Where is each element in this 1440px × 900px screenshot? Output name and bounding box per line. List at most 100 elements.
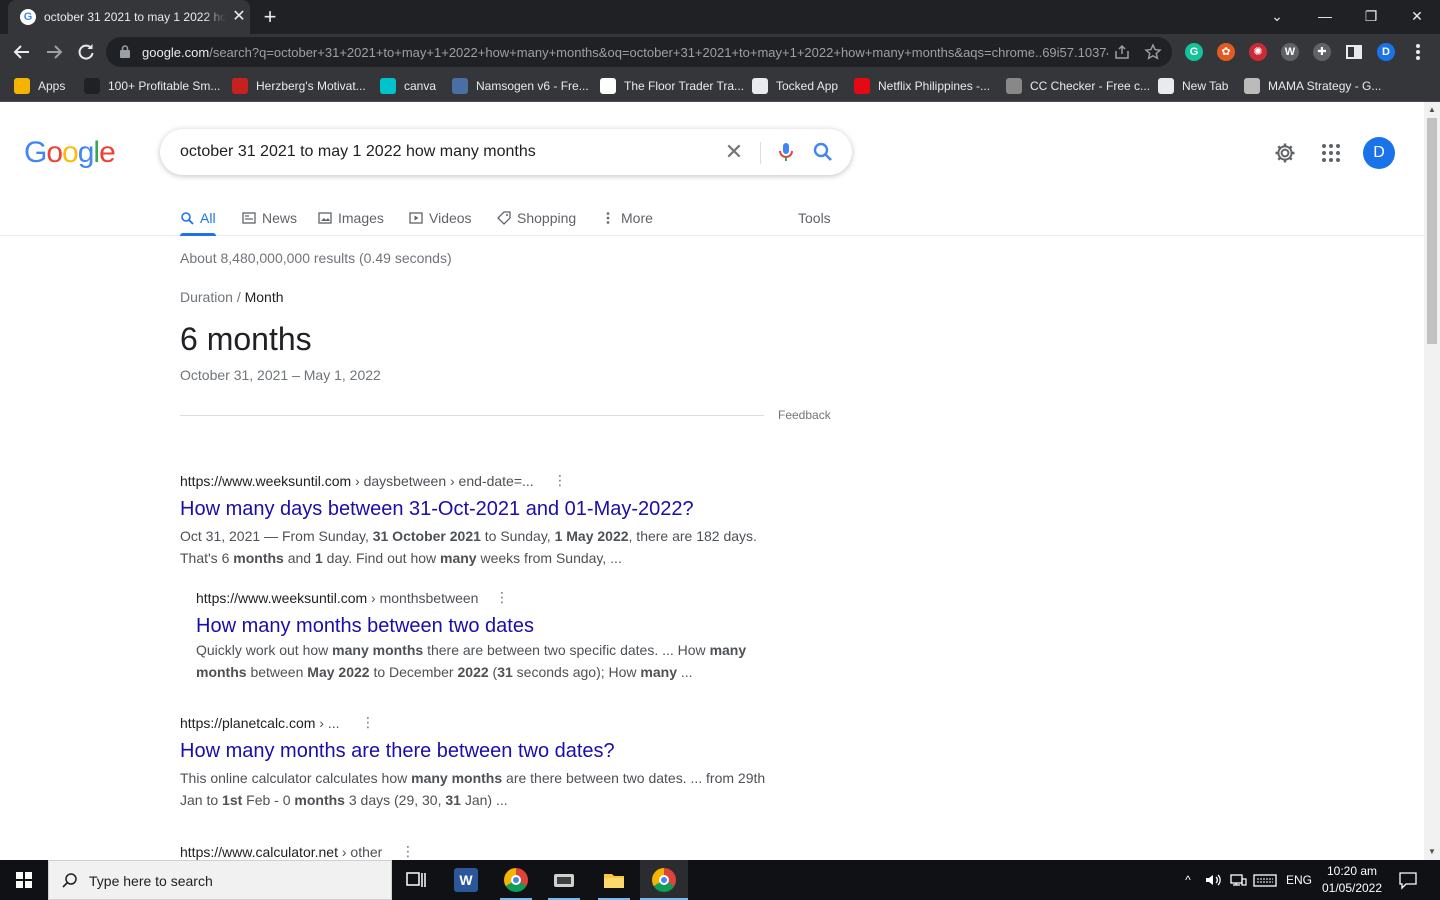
tray-overflow-chevron-icon[interactable]: ^: [1180, 870, 1196, 890]
language-indicator[interactable]: ENG: [1284, 870, 1314, 890]
scroll-up-arrow-icon[interactable]: ▲: [1428, 106, 1436, 114]
breadcrumb-parent[interactable]: Duration: [180, 289, 233, 305]
search-icon[interactable]: [811, 140, 835, 164]
url-text[interactable]: google.com/search?q=october+31+2021+to+m…: [142, 45, 1108, 61]
honey-icon[interactable]: ✿: [1217, 43, 1235, 61]
keyboard-icon[interactable]: [1253, 870, 1277, 890]
bookmark-item[interactable]: CC Checker - Free c...: [1006, 76, 1150, 96]
address-bar[interactable]: google.com/search?q=october+31+2021+to+m…: [106, 37, 1172, 67]
taskbar-app-chrome-profile[interactable]: [640, 860, 688, 900]
google-logo[interactable]: Google: [24, 136, 116, 170]
result-2-url[interactable]: https://www.weeksuntil.com › monthsbetwe…: [196, 590, 478, 606]
puzzle-icon[interactable]: ✚: [1313, 43, 1331, 61]
bookmark-label: Apps: [38, 79, 66, 93]
result-1-title[interactable]: How many days between 31-Oct-2021 and 01…: [180, 498, 694, 521]
video-icon: [409, 212, 423, 224]
result-2-more-icon[interactable]: ⋮: [495, 590, 509, 604]
restore-button[interactable]: ❐: [1348, 0, 1394, 32]
taskbar-search-icon: [62, 873, 77, 888]
new-tab-button[interactable]: +: [258, 6, 282, 28]
windows-start-icon[interactable]: [0, 860, 48, 900]
bookmark-item[interactable]: The Floor Trader Tra...: [600, 76, 744, 96]
result-4-more-icon[interactable]: ⋮: [401, 844, 415, 858]
tab-close-icon[interactable]: ✕: [230, 8, 248, 26]
notification-center-icon[interactable]: [1396, 870, 1420, 890]
lastpass-icon[interactable]: ✺: [1249, 43, 1267, 61]
taskbar-app-screenshot-tool[interactable]: [540, 860, 588, 900]
scrollbar-thumb[interactable]: [1427, 118, 1437, 344]
search-box[interactable]: october 31 2021 to may 1 2022 how many m…: [160, 129, 852, 175]
tab-search-chevron-icon[interactable]: ⌄: [1254, 0, 1300, 32]
taskbar-clock[interactable]: 10:20 am 01/05/2022: [1316, 863, 1388, 897]
logo-letter: o: [46, 136, 63, 169]
account-avatar[interactable]: D: [1363, 137, 1395, 169]
bookmark-item[interactable]: MAMA Strategy - G...: [1244, 76, 1381, 96]
tab-images[interactable]: Images: [318, 204, 384, 232]
result-1-more-icon[interactable]: ⋮: [553, 473, 567, 487]
google-apps-grid-icon[interactable]: [1319, 141, 1343, 165]
settings-gear-icon[interactable]: [1273, 141, 1297, 165]
bookmark-item[interactable]: canva: [380, 76, 436, 96]
clear-search-icon[interactable]: ✕: [722, 140, 746, 164]
forward-button[interactable]: [40, 38, 68, 66]
volume-icon[interactable]: [1203, 870, 1223, 890]
browser-tab[interactable]: G october 31 2021 to may 1 2022 how many…: [8, 0, 250, 34]
taskbar-app-chrome[interactable]: [492, 860, 540, 900]
back-button[interactable]: [8, 38, 36, 66]
result-3-more-icon[interactable]: ⋮: [361, 715, 375, 729]
tsr-icon: [600, 78, 616, 94]
tab-videos[interactable]: Videos: [409, 204, 472, 232]
globe-icon: [1158, 78, 1174, 94]
share-icon[interactable]: [1113, 43, 1131, 61]
bookmark-item[interactable]: Herzberg's Motivat...: [232, 76, 366, 96]
tab-label: Videos: [429, 210, 472, 226]
tab-more[interactable]: More: [601, 204, 653, 232]
taskbar-search-placeholder: Type here to search: [89, 873, 213, 889]
reload-button[interactable]: [72, 38, 100, 66]
tab-label: Shopping: [517, 210, 577, 226]
bookmarks-bar: Apps 100+ Profitable Sm... Herzberg's Moti…: [0, 70, 1440, 102]
breadcrumb-current[interactable]: Month: [245, 289, 284, 305]
result-1-url[interactable]: https://www.weeksuntil.com › daysbetween…: [180, 473, 534, 489]
bookmark-label: Tocked App: [776, 79, 839, 93]
bookmark-item[interactable]: Namsogen v6 - Fre...: [452, 76, 589, 96]
minimize-button[interactable]: —: [1302, 0, 1348, 32]
result-3-url[interactable]: https://planetcalc.com › ...: [180, 715, 340, 731]
close-window-button[interactable]: ✕: [1394, 0, 1440, 32]
taskbar-search-box[interactable]: Type here to search: [48, 860, 392, 900]
tools-button[interactable]: Tools: [798, 204, 831, 232]
scroll-down-arrow-icon[interactable]: ▼: [1428, 848, 1436, 856]
result-2-title[interactable]: How many months between two dates: [196, 615, 534, 638]
grammarly-icon[interactable]: G: [1185, 43, 1203, 61]
bookmark-item[interactable]: Apps: [14, 76, 65, 96]
chrome-menu-icon[interactable]: [1404, 38, 1432, 66]
taskbar-app-file-explorer[interactable]: [590, 860, 638, 900]
feedback-link[interactable]: Feedback: [778, 408, 831, 422]
microphone-icon[interactable]: [774, 140, 798, 164]
file-explorer-icon: [602, 868, 626, 892]
bookmark-label: 100+ Profitable Sm...: [108, 79, 221, 93]
chrome-icon: [504, 868, 528, 892]
profile-avatar[interactable]: D: [1377, 43, 1395, 61]
result-3-title[interactable]: How many months are there between two da…: [180, 740, 615, 763]
result-stats: About 8,480,000,000 results (0.49 second…: [180, 250, 452, 266]
bookmark-item[interactable]: 100+ Profitable Sm...: [84, 76, 220, 96]
taskbar-app-word[interactable]: W: [442, 860, 490, 900]
network-icon[interactable]: [1228, 870, 1248, 890]
wallet-icon[interactable]: W: [1281, 43, 1299, 61]
bookmark-item[interactable]: New Tab: [1158, 76, 1228, 96]
netflix-icon: [854, 78, 870, 94]
search-input[interactable]: october 31 2021 to may 1 2022 how many m…: [180, 143, 536, 161]
bookmark-item[interactable]: Tocked App: [752, 76, 838, 96]
tab-all[interactable]: All: [180, 204, 216, 236]
back-arrow-icon: [13, 45, 29, 59]
tab-news[interactable]: News: [242, 204, 297, 232]
bookmark-star-icon[interactable]: [1144, 43, 1162, 61]
result-4-url[interactable]: https://www.calculator.net › other: [180, 844, 382, 860]
taskbar-app-task-view[interactable]: [392, 860, 440, 900]
bookmark-item[interactable]: Netflix Philippines -...: [854, 76, 990, 96]
page-scrollbar[interactable]: ▲ ▼: [1424, 102, 1440, 860]
reading-list-icon[interactable]: [1340, 38, 1368, 66]
tab-shopping[interactable]: Shopping: [497, 204, 576, 232]
forward-arrow-icon: [47, 45, 63, 59]
